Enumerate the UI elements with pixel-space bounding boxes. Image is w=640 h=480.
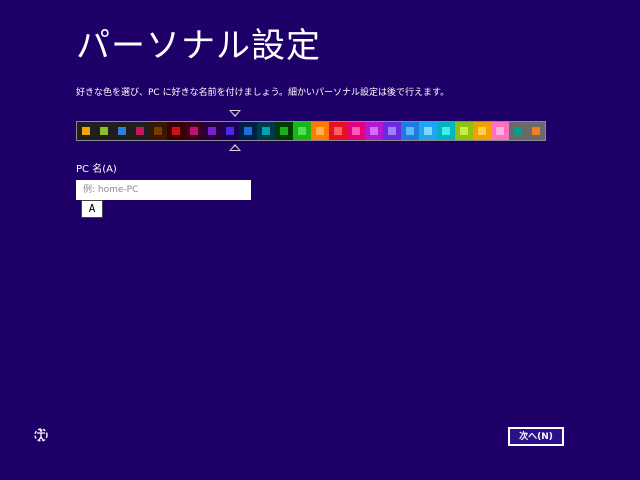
color-swatch-dot <box>532 127 540 135</box>
ease-of-access-icon[interactable] <box>32 426 50 444</box>
color-swatch[interactable] <box>275 122 293 140</box>
color-swatch[interactable] <box>509 122 527 140</box>
color-swatch-dot <box>442 127 450 135</box>
color-swatch-dot <box>514 127 522 135</box>
color-swatch-dot <box>352 127 360 135</box>
color-swatch-dot <box>262 127 270 135</box>
color-swatch[interactable] <box>113 122 131 140</box>
color-swatch[interactable] <box>383 122 401 140</box>
color-swatch[interactable] <box>95 122 113 140</box>
color-swatch[interactable] <box>185 122 203 140</box>
color-swatch-dot <box>280 127 288 135</box>
page-description: 好きな色を選び、PC に好きな名前を付けましょう。細かいパーソナル設定は後で行え… <box>76 88 450 98</box>
color-swatch[interactable] <box>401 122 419 140</box>
color-swatch[interactable] <box>167 122 185 140</box>
color-swatch-dot <box>298 127 306 135</box>
color-swatch-dot <box>136 127 144 135</box>
color-swatch-dot <box>460 127 468 135</box>
color-swatch-dot <box>208 127 216 135</box>
color-swatch[interactable] <box>491 122 509 140</box>
color-selector-top-marker[interactable] <box>229 110 241 117</box>
ime-mode-indicator: A <box>81 200 103 218</box>
color-swatch[interactable] <box>221 122 239 140</box>
pc-name-input[interactable] <box>76 180 251 200</box>
color-swatch-dot <box>316 127 324 135</box>
color-swatch-dot <box>172 127 180 135</box>
color-swatch-dot <box>370 127 378 135</box>
color-swatch[interactable] <box>455 122 473 140</box>
color-swatch[interactable] <box>239 122 257 140</box>
color-swatch-dot <box>82 127 90 135</box>
color-selector-bottom-marker[interactable] <box>229 144 241 151</box>
color-swatch[interactable] <box>311 122 329 140</box>
color-swatch-dot <box>118 127 126 135</box>
color-swatch[interactable] <box>347 122 365 140</box>
color-swatch[interactable] <box>437 122 455 140</box>
color-swatch[interactable] <box>131 122 149 140</box>
color-swatch[interactable] <box>527 122 545 140</box>
color-swatch-dot <box>100 127 108 135</box>
color-swatch[interactable] <box>77 122 95 140</box>
color-swatch-dot <box>424 127 432 135</box>
color-swatch[interactable] <box>203 122 221 140</box>
color-swatch-dot <box>406 127 414 135</box>
color-swatch-dot <box>226 127 234 135</box>
color-swatch-dot <box>388 127 396 135</box>
color-swatch[interactable] <box>257 122 275 140</box>
color-swatch-dot <box>244 127 252 135</box>
color-swatch[interactable] <box>473 122 491 140</box>
color-swatch-dot <box>478 127 486 135</box>
page-title: パーソナル設定 <box>76 26 321 66</box>
color-swatch[interactable] <box>329 122 347 140</box>
setup-page: パーソナル設定 好きな色を選び、PC に好きな名前を付けましょう。細かいパーソナ… <box>0 0 640 480</box>
pc-name-label: PC 名(A) <box>76 164 117 175</box>
color-swatch-bar <box>76 121 546 141</box>
color-swatch[interactable] <box>365 122 383 140</box>
color-swatch-dot <box>334 127 342 135</box>
next-button[interactable]: 次へ(N) <box>508 427 564 446</box>
color-swatch[interactable] <box>419 122 437 140</box>
color-swatch-dot <box>154 127 162 135</box>
color-swatch[interactable] <box>293 122 311 140</box>
color-swatch[interactable] <box>149 122 167 140</box>
color-swatch-dot <box>190 127 198 135</box>
color-swatch-dot <box>496 127 504 135</box>
